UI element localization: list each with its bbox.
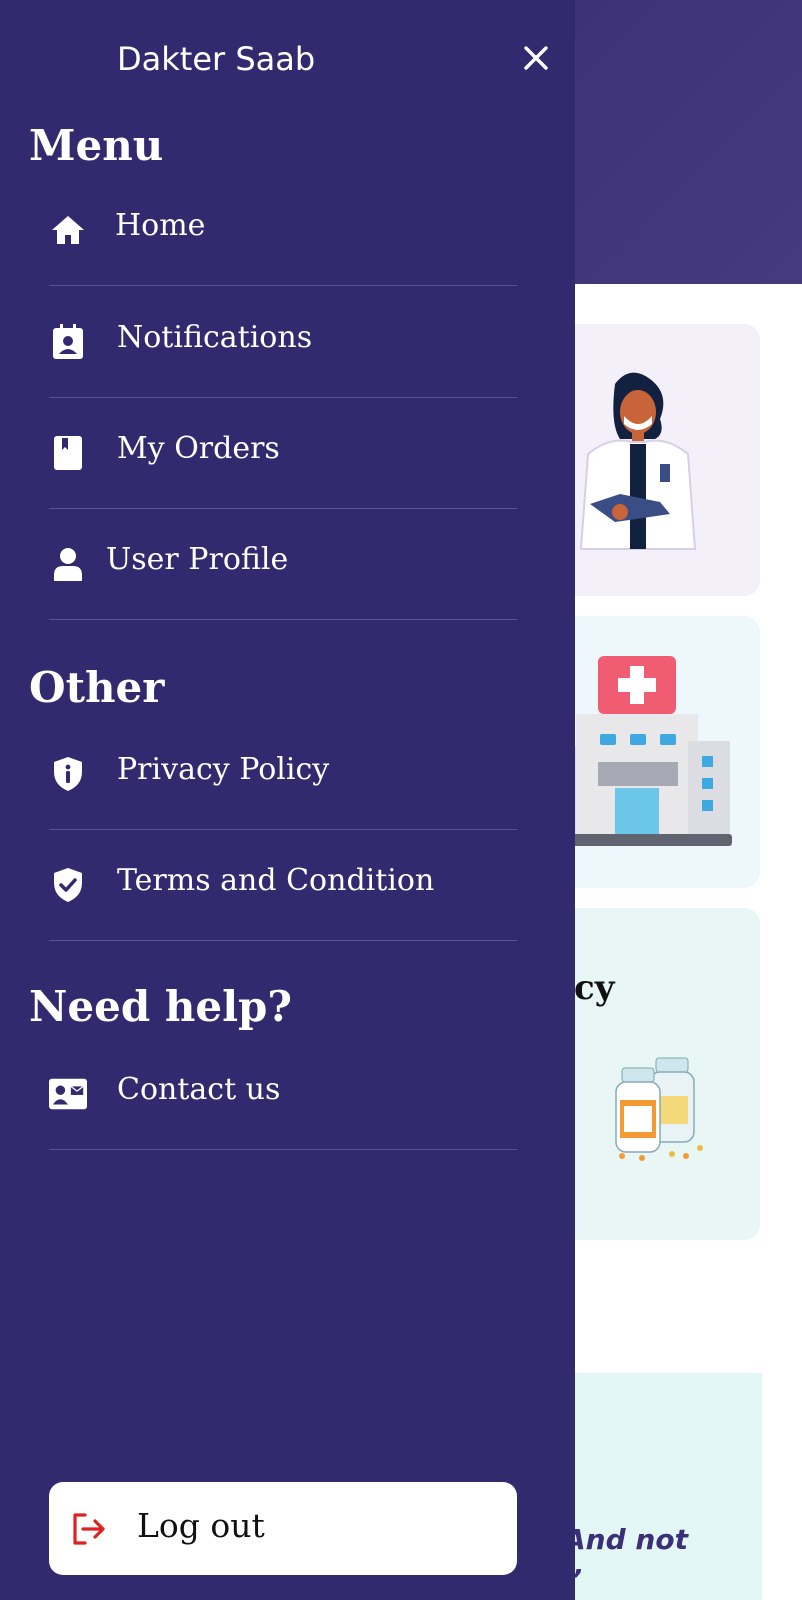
drawer-item-terms[interactable]: Terms and Condition xyxy=(49,833,517,941)
help-section-title: Need help? xyxy=(29,982,293,1031)
calendar-badge-icon xyxy=(49,323,87,361)
drawer-item-label: Notifications xyxy=(117,320,313,355)
quote-text-1: And not xyxy=(564,1523,688,1556)
drawer-item-label: Contact us xyxy=(117,1072,281,1107)
logout-icon xyxy=(73,1513,105,1545)
drawer-item-home[interactable]: Home xyxy=(49,178,517,286)
menu-section-title: Menu xyxy=(29,121,164,170)
user-icon xyxy=(49,545,87,583)
logout-button[interactable]: Log out xyxy=(49,1482,517,1575)
drawer-item-contact-us[interactable]: Contact us xyxy=(49,1042,517,1150)
contact-card-icon xyxy=(49,1075,87,1113)
close-icon xyxy=(524,46,548,70)
drawer-item-privacy-policy[interactable]: Privacy Policy xyxy=(49,722,517,830)
drawer-item-label: Privacy Policy xyxy=(117,752,330,787)
drawer-item-user-profile[interactable]: User Profile xyxy=(49,512,517,620)
drawer-item-label: My Orders xyxy=(117,431,280,466)
drawer-item-label: Terms and Condition xyxy=(117,863,435,898)
drawer-item-my-orders[interactable]: My Orders xyxy=(49,401,517,509)
shield-info-icon xyxy=(49,755,87,793)
navigation-drawer: Dakter Saab Menu Home Notifications My O… xyxy=(0,0,575,1600)
book-icon xyxy=(49,434,87,472)
logout-label: Log out xyxy=(137,1506,265,1545)
drawer-item-notifications[interactable]: Notifications xyxy=(49,290,517,398)
close-button[interactable] xyxy=(518,40,554,76)
drawer-item-label: Home xyxy=(115,208,206,243)
home-icon xyxy=(49,211,87,249)
shield-check-icon xyxy=(49,866,87,904)
other-section-title: Other xyxy=(29,663,165,712)
drawer-item-label: User Profile xyxy=(106,542,289,577)
medicine-bottles-illustration xyxy=(615,1057,703,1161)
app-title: Dakter Saab xyxy=(117,40,316,78)
